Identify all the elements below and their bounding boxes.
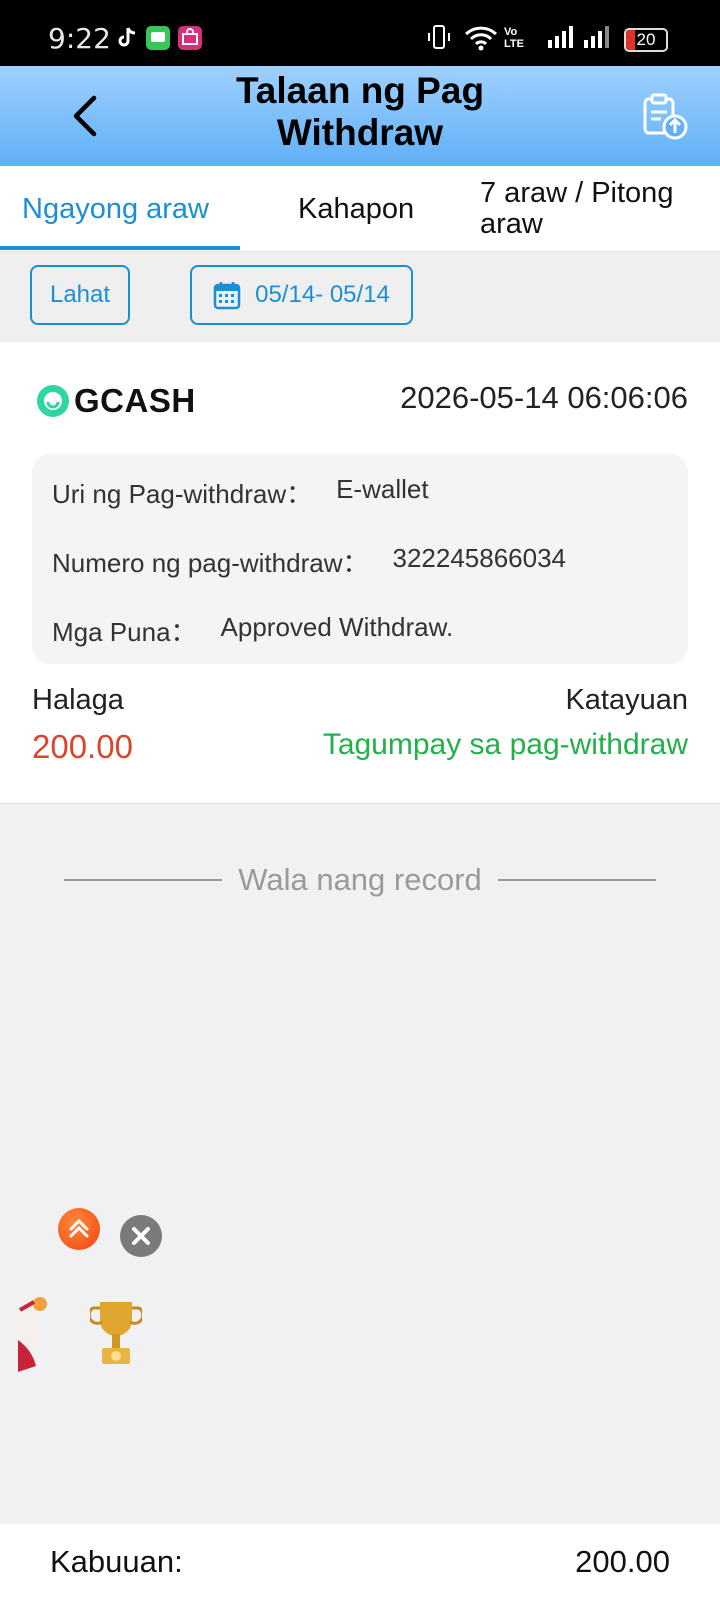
detail-value: Approved Withdraw. xyxy=(220,612,454,642)
battery-icon: 20 xyxy=(624,28,668,52)
battery-level: 20 xyxy=(636,30,656,49)
close-icon xyxy=(132,1227,150,1245)
tab-seven-days-label: 7 araw / Pitong araw xyxy=(480,177,674,240)
vibrate-icon xyxy=(428,25,450,49)
detail-key: Uri ng Pag-withdraw： xyxy=(52,479,313,509)
mascot-icon[interactable] xyxy=(18,1280,58,1374)
detail-value: E-wallet xyxy=(336,474,429,504)
filter-all-button[interactable]: Lahat xyxy=(30,265,130,325)
amount-label: Halaga xyxy=(32,684,124,716)
detail-key: Mga Puna： xyxy=(52,617,197,647)
active-tab-indicator xyxy=(0,246,240,250)
withdraw-record-card[interactable]: GCASH 2026-05-14 06:06:06 Uri ng Pag-wit… xyxy=(0,342,720,804)
total-footer: Kabuuan: 200.00 xyxy=(0,1524,720,1604)
date-range-label: 05/14- 05/14 xyxy=(255,281,390,308)
payment-channel: GCASH xyxy=(74,382,196,419)
date-range-button[interactable]: 05/14- 05/14 xyxy=(190,265,413,325)
detail-row-remarks: Mga Puna： Approved Withdraw. xyxy=(52,612,453,649)
volte-label: Vo LTE xyxy=(504,26,524,50)
status-value: Tagumpay sa pag-withdraw xyxy=(322,728,688,761)
record-datetime: 2026-05-14 06:06:06 xyxy=(400,380,688,415)
page-title: Talaan ng Pag Withdraw xyxy=(235,70,485,153)
back-button[interactable] xyxy=(66,92,106,140)
app-header: Talaan ng Pag Withdraw xyxy=(0,66,720,166)
detail-key: Numero ng pag-withdraw： xyxy=(52,548,369,578)
clipboard-upload-icon xyxy=(643,93,688,140)
tab-today-label: Ngayong araw xyxy=(22,192,209,225)
record-details: Uri ng Pag-withdraw： E-wallet Numero ng … xyxy=(32,454,688,664)
tab-seven-days[interactable]: 7 araw / Pitong araw xyxy=(480,166,710,252)
signal-icon-2 xyxy=(584,26,609,48)
no-more-records: Wala nang record xyxy=(64,860,657,900)
double-chevron-up-icon xyxy=(69,1219,89,1238)
export-record-button[interactable] xyxy=(640,92,690,142)
calendar-icon xyxy=(213,282,241,310)
chevron-left-icon xyxy=(73,95,97,137)
divider-line xyxy=(64,879,223,881)
status-time: 9:22 xyxy=(48,22,111,55)
status-label: Katayuan xyxy=(565,684,688,716)
gcash-logo: GCASH xyxy=(36,382,196,420)
close-widget-button[interactable] xyxy=(120,1215,162,1257)
expand-widget-button[interactable] xyxy=(58,1208,100,1250)
filter-bar: Lahat 05/14- 05/14 xyxy=(0,252,720,342)
messages-icon xyxy=(146,26,170,50)
gcash-icon xyxy=(37,385,69,417)
detail-value: 322245866034 xyxy=(392,543,567,573)
tiktok-icon xyxy=(118,27,136,47)
trophy-icon[interactable] xyxy=(90,1298,142,1370)
total-value: 200.00 xyxy=(575,1544,670,1579)
wifi-icon xyxy=(464,26,498,51)
tab-yesterday[interactable]: Kahapon xyxy=(298,166,438,252)
detail-row-type: Uri ng Pag-withdraw： E-wallet xyxy=(52,474,429,511)
tab-yesterday-label: Kahapon xyxy=(298,192,415,225)
divider-line xyxy=(497,879,657,881)
shopping-app-icon xyxy=(178,26,202,50)
detail-row-number: Numero ng pag-withdraw： 322245866034 xyxy=(52,543,566,580)
total-label: Kabuuan: xyxy=(50,1544,183,1579)
status-bar: 9:22 Vo LTE 20 xyxy=(0,0,720,66)
amount-value: 200.00 xyxy=(32,728,133,765)
signal-icon-1 xyxy=(548,26,573,48)
no-more-records-text: Wala nang record xyxy=(238,862,482,897)
filter-all-label: Lahat xyxy=(49,281,111,308)
tab-today[interactable]: Ngayong araw xyxy=(22,166,237,252)
date-tabs: Ngayong araw Kahapon 7 araw / Pitong ara… xyxy=(0,166,720,252)
